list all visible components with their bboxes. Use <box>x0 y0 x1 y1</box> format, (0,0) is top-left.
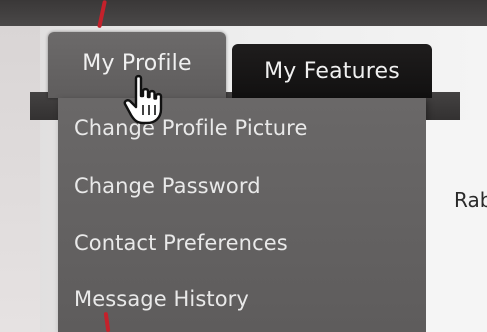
header-band <box>0 0 487 26</box>
menu-item-change-password[interactable]: Change Password <box>74 174 261 198</box>
content-partial-text: Rab <box>454 188 487 212</box>
profile-dropdown-menu: Change Profile Picture Change Password C… <box>58 98 426 332</box>
tab-label: My Profile <box>82 50 192 76</box>
tab-label: My Features <box>264 58 400 84</box>
tab-my-features[interactable]: My Features <box>232 44 432 98</box>
menu-item-contact-preferences[interactable]: Contact Preferences <box>74 231 288 255</box>
content-panel <box>426 120 487 332</box>
left-margin <box>0 26 40 332</box>
hand-pointer-icon <box>123 74 163 125</box>
menu-item-message-history[interactable]: Message History <box>74 287 249 311</box>
menu-item-change-profile-picture[interactable]: Change Profile Picture <box>74 116 307 140</box>
